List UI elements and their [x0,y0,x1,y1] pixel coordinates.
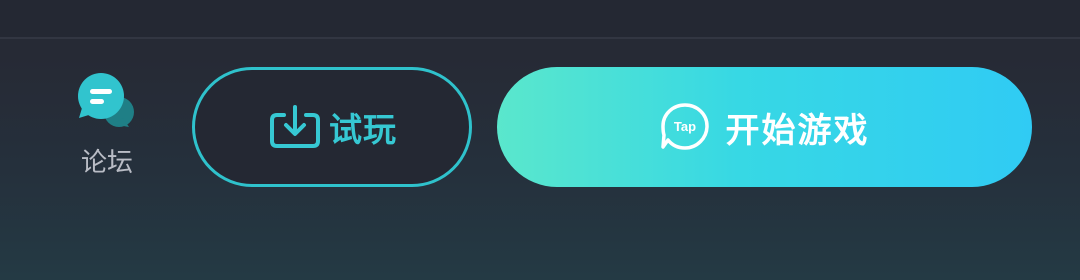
tap-logo-text: Tap [673,119,695,134]
forum-button[interactable]: 论坛 [70,72,144,184]
download-icon [270,105,320,148]
start-game-label: 开始游戏 [725,110,870,151]
taptap-logo-icon: Tap [660,103,709,150]
trial-play-label: 试玩 [329,110,397,149]
top-bar [0,0,1080,37]
trial-play-button[interactable]: 试玩 [192,67,472,187]
chat-bubbles-icon [78,73,134,127]
forum-label: 论坛 [80,148,133,178]
start-game-button[interactable]: Tap 开始游戏 [497,67,1032,187]
divider [0,37,1080,39]
